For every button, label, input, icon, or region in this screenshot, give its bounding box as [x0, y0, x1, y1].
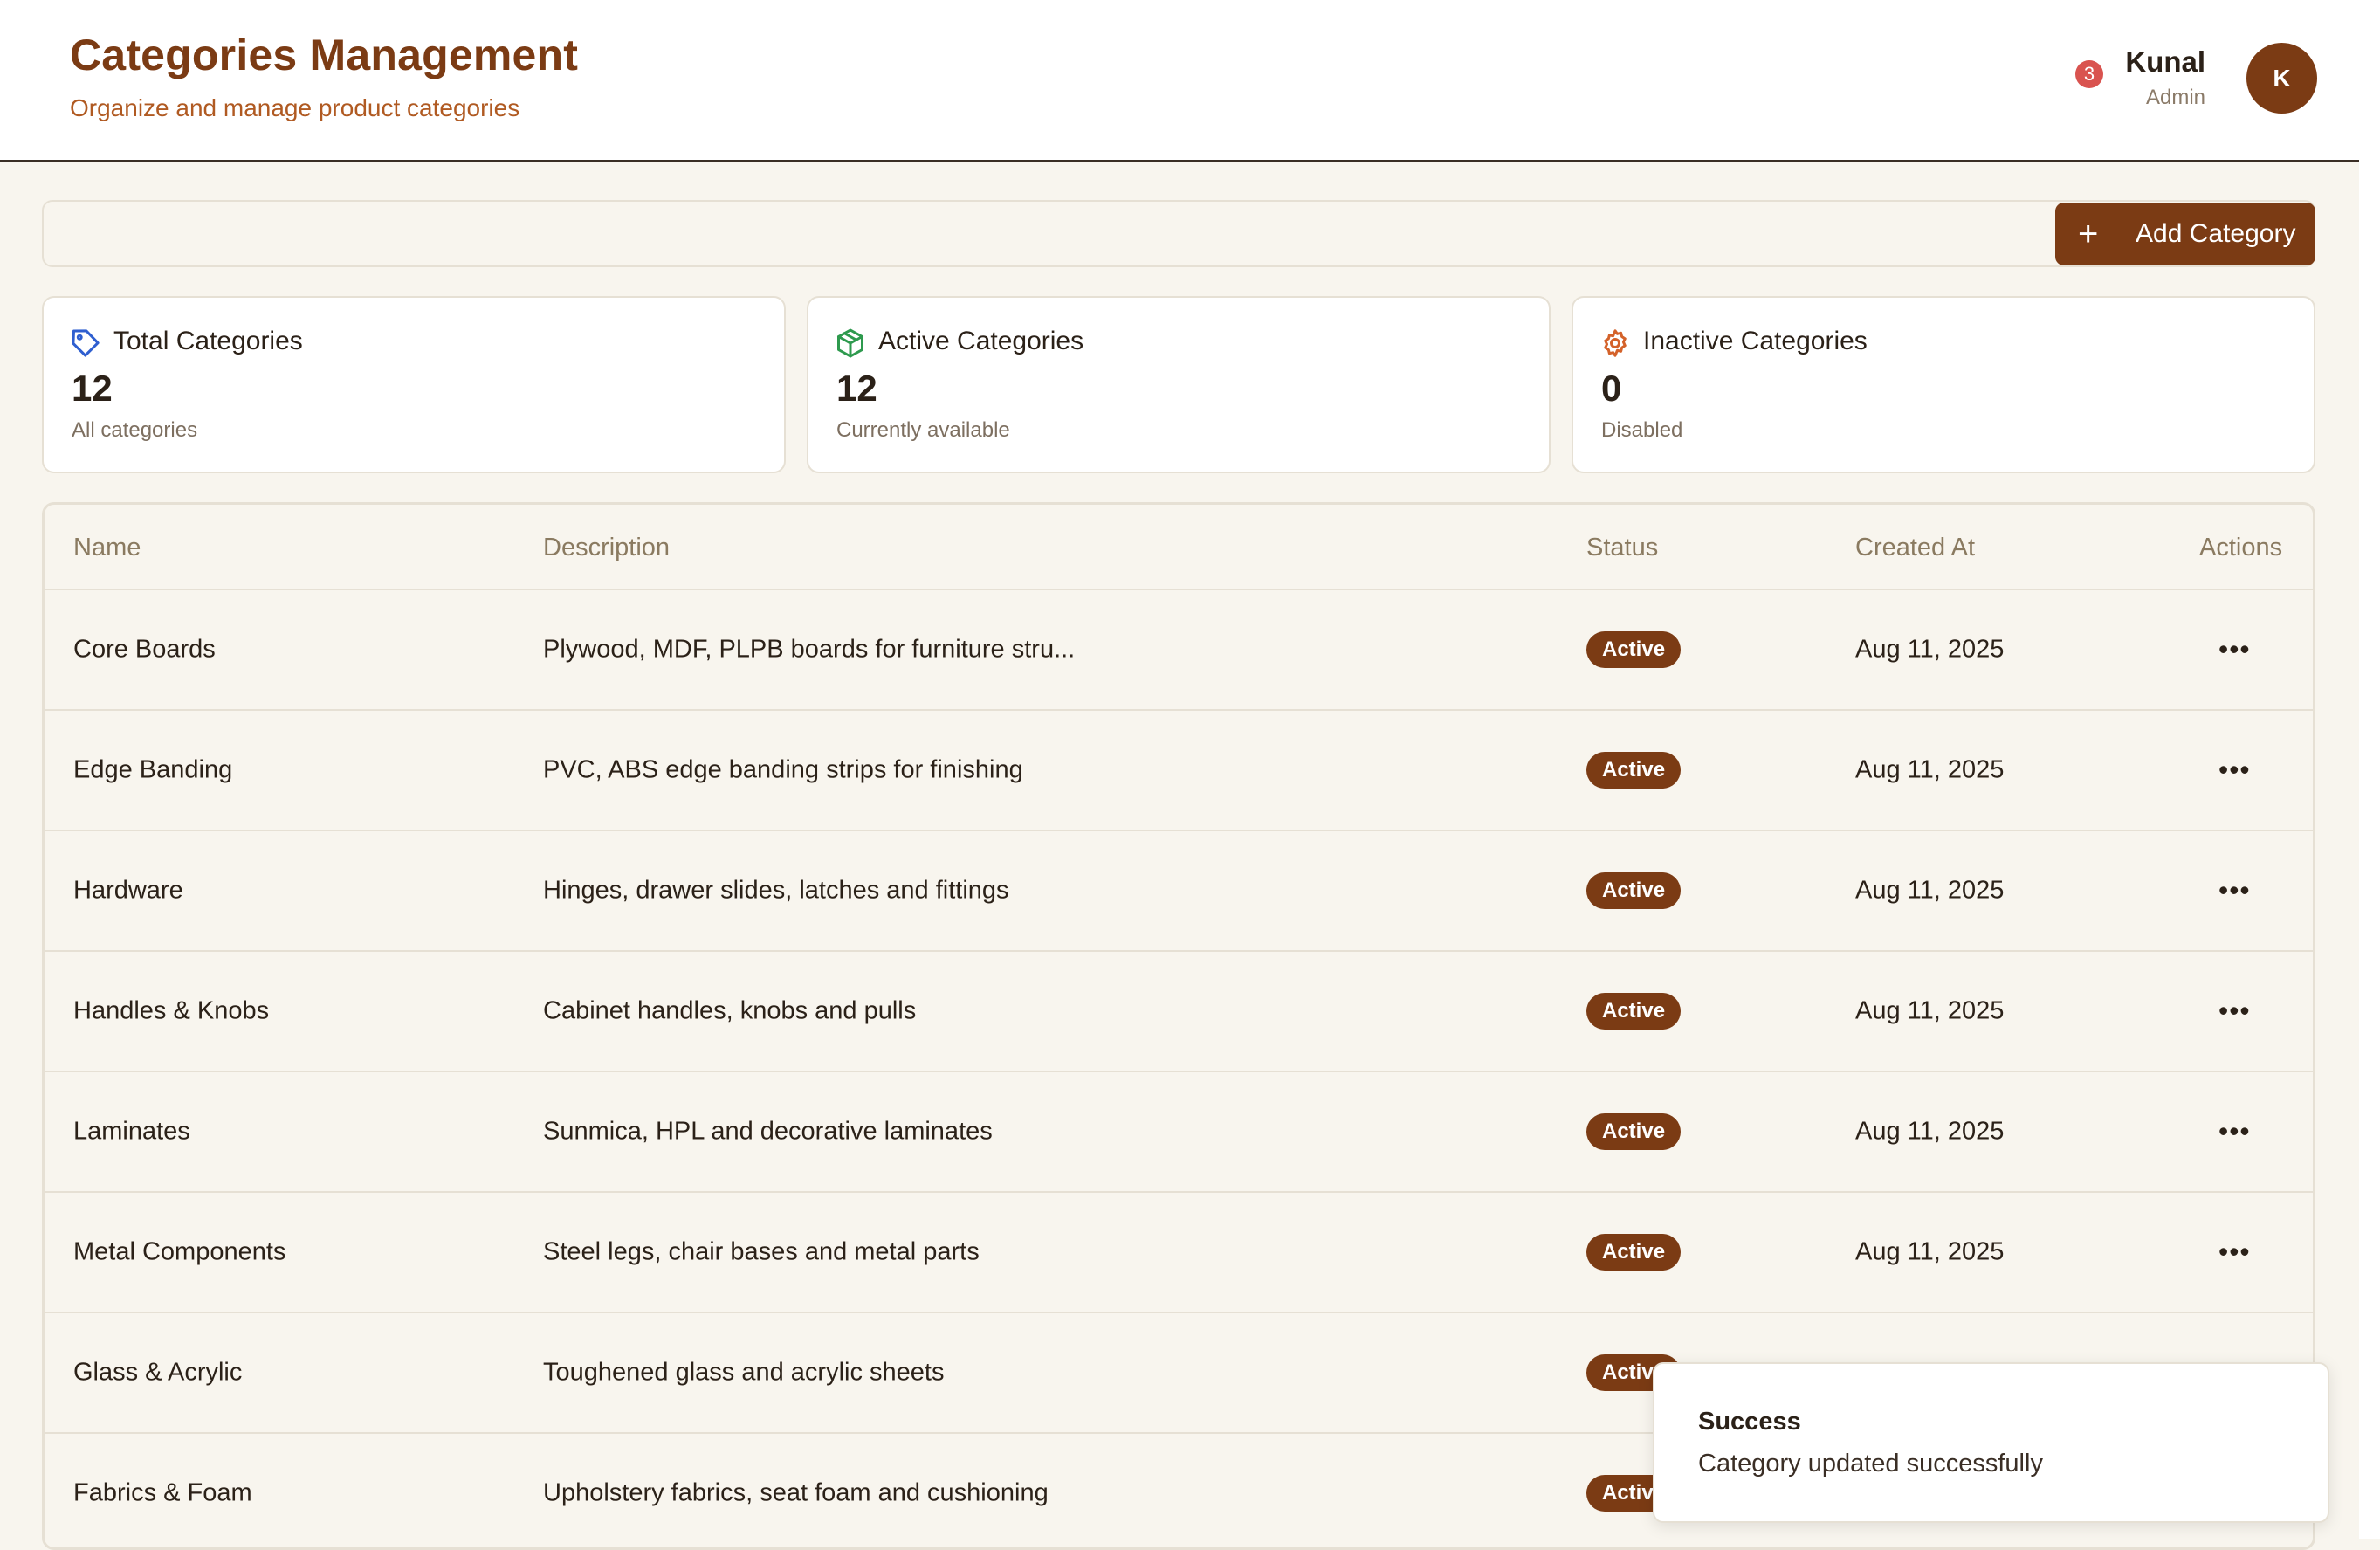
category-description: Plywood, MDF, PLPB boards for furniture …: [543, 635, 1076, 664]
category-description: PVC, ABS edge banding strips for finishi…: [543, 755, 1023, 784]
category-name: Core Boards: [73, 635, 216, 664]
stat-value: 12: [72, 368, 113, 409]
stat-note: All categories: [72, 418, 198, 442]
category-name: Fabrics & Foam: [73, 1478, 252, 1507]
stat-card-inactive: Inactive Categories 0 Disabled: [1572, 296, 2315, 473]
search-bar[interactable]: [42, 200, 2315, 267]
notification-badge[interactable]: 3: [2075, 60, 2103, 88]
stat-value: 0: [1601, 368, 1622, 409]
status-badge: Active: [1586, 631, 1682, 668]
add-category-button[interactable]: + Add Category: [2055, 203, 2315, 265]
stat-card-active: Active Categories 12 Currently available: [807, 296, 1551, 473]
status-badge: Active: [1586, 752, 1682, 789]
created-date: Aug 11, 2025: [1855, 755, 2005, 784]
stat-title: Total Categories: [113, 327, 303, 355]
more-horizontal-icon[interactable]: •••: [2218, 754, 2251, 787]
package-icon: [837, 328, 863, 358]
more-horizontal-icon[interactable]: •••: [2218, 1237, 2251, 1269]
category-name: Hardware: [73, 876, 183, 905]
success-toast[interactable]: Success Category updated successfully: [1653, 1362, 2329, 1523]
page-subtitle: Organize and manage product categories: [70, 94, 520, 121]
page-edge: [2359, 0, 2380, 1539]
table-row[interactable]: Edge Banding PVC, ABS edge banding strip…: [45, 711, 2313, 831]
toast-message: Category updated successfully: [1698, 1450, 2043, 1478]
category-name: Glass & Acrylic: [73, 1358, 243, 1387]
category-name: Laminates: [73, 1117, 190, 1146]
table-row[interactable]: Laminates Sunmica, HPL and decorative la…: [45, 1072, 2313, 1193]
gear-icon: [1604, 329, 1627, 357]
table-row[interactable]: Metal Components Steel legs, chair bases…: [45, 1193, 2313, 1313]
created-date: Aug 11, 2025: [1855, 876, 2005, 905]
status-badge: Active: [1586, 993, 1682, 1030]
stat-card-total: Total Categories 12 All categories: [42, 296, 786, 473]
page-title: Categories Management: [70, 31, 579, 79]
status-badge: Active: [1586, 1113, 1682, 1150]
created-date: Aug 11, 2025: [1855, 635, 2005, 664]
column-header-actions: Actions: [2199, 534, 2283, 561]
plus-icon: +: [2078, 215, 2099, 253]
add-category-label: Add Category: [2136, 219, 2296, 248]
category-description: Hinges, drawer slides, latches and fitti…: [543, 876, 1009, 905]
stat-value: 12: [836, 368, 877, 409]
more-horizontal-icon[interactable]: •••: [2218, 995, 2251, 1028]
more-horizontal-icon[interactable]: •••: [2218, 1116, 2251, 1148]
category-description: Toughened glass and acrylic sheets: [543, 1358, 945, 1387]
table-header: Name Description Status Created At Actio…: [45, 505, 2313, 590]
more-horizontal-icon[interactable]: •••: [2218, 875, 2251, 907]
more-horizontal-icon[interactable]: •••: [2218, 634, 2251, 666]
category-description: Steel legs, chair bases and metal parts: [543, 1237, 980, 1266]
column-header-description[interactable]: Description: [543, 534, 670, 562]
table-row[interactable]: Handles & Knobs Cabinet handles, knobs a…: [45, 952, 2313, 1072]
stat-title: Active Categories: [878, 327, 1084, 355]
column-header-created-at[interactable]: Created At: [1855, 534, 1975, 562]
table-row[interactable]: Core Boards Plywood, MDF, PLPB boards fo…: [45, 590, 2313, 711]
created-date: Aug 11, 2025: [1855, 1117, 2005, 1146]
stat-title: Inactive Categories: [1643, 327, 1868, 355]
column-header-name[interactable]: Name: [73, 534, 141, 562]
category-name: Metal Components: [73, 1237, 286, 1266]
category-description: Sunmica, HPL and decorative laminates: [543, 1117, 993, 1146]
avatar[interactable]: K: [2246, 43, 2317, 114]
category-description: Cabinet handles, knobs and pulls: [543, 996, 917, 1025]
toast-title: Success: [1698, 1408, 1801, 1436]
status-badge: Active: [1586, 1234, 1682, 1271]
user-name: Kunal: [2125, 45, 2205, 78]
stat-note: Disabled: [1601, 418, 1683, 442]
created-date: Aug 11, 2025: [1855, 996, 2005, 1025]
category-description: Upholstery fabrics, seat foam and cushio…: [543, 1478, 1049, 1507]
created-date: Aug 11, 2025: [1855, 1237, 2005, 1266]
stat-note: Currently available: [836, 418, 1010, 442]
page-header: Categories Management Organize and manag…: [0, 0, 2359, 162]
column-header-status[interactable]: Status: [1586, 534, 1658, 562]
user-role: Admin: [2145, 86, 2205, 109]
tag-icon: [72, 329, 100, 357]
category-name: Handles & Knobs: [73, 996, 270, 1025]
status-badge: Active: [1586, 872, 1682, 909]
category-name: Edge Banding: [73, 755, 233, 784]
table-row[interactable]: Hardware Hinges, drawer slides, latches …: [45, 831, 2313, 952]
